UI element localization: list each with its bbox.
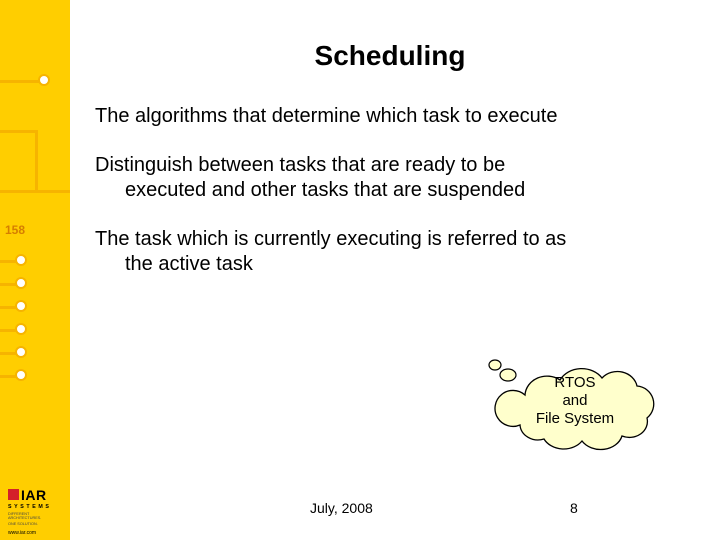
footer-page: 8 xyxy=(570,500,578,516)
paragraph-3-line1: The task which is currently executing is… xyxy=(95,228,566,250)
logo-tagline2: ONE SOLUTION. xyxy=(8,522,63,526)
cloud-text: RTOS and File System xyxy=(480,355,670,440)
footer-date: July, 2008 xyxy=(310,500,373,516)
paragraph-3-line2: the active task xyxy=(95,252,685,277)
logo-url: www.iar.com xyxy=(8,530,63,536)
paragraph-1-text: The algorithms that determine which task… xyxy=(95,105,557,127)
left-band: 158 xyxy=(0,0,70,540)
paragraph-2: Distinguish between tasks that are ready… xyxy=(95,153,685,203)
logo-tagline1: DIFFERENT ARCHITECTURES. xyxy=(8,512,63,520)
paragraph-2-line1: Distinguish between tasks that are ready… xyxy=(95,154,505,176)
iar-logo: IAR SYSTEMS DIFFERENT ARCHITECTURES. ONE… xyxy=(8,487,63,536)
paragraph-2-line2: executed and other tasks that are suspen… xyxy=(95,178,685,203)
logo-square-icon xyxy=(8,489,19,500)
logo-brand: IAR xyxy=(21,487,47,503)
band-label: 158 xyxy=(5,223,25,237)
logo-systems: SYSTEMS xyxy=(8,504,63,510)
paragraph-1: The algorithms that determine which task… xyxy=(95,104,685,129)
paragraph-3: The task which is currently executing is… xyxy=(95,227,685,277)
content: Scheduling The algorithms that determine… xyxy=(95,40,685,301)
cloud-callout: RTOS and File System xyxy=(480,355,670,465)
slide: 158 Scheduling The algorithms that deter… xyxy=(0,0,720,540)
slide-title: Scheduling xyxy=(95,40,685,72)
